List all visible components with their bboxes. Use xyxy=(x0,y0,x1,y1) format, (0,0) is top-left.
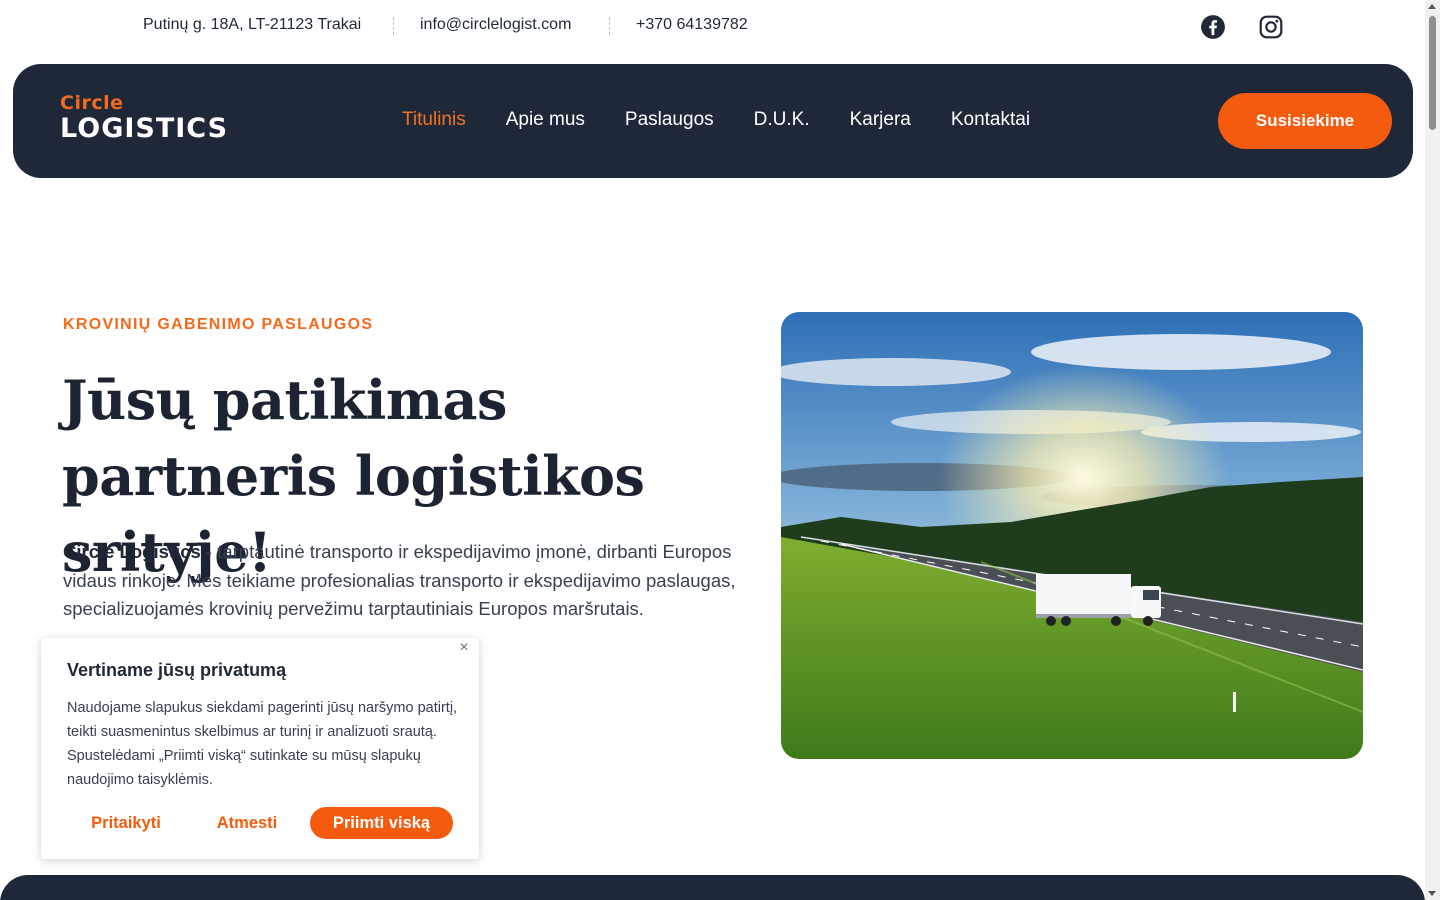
logo-word-logistics: LOGISTICS xyxy=(60,113,229,144)
nav-item-paslaugos[interactable]: Paslaugos xyxy=(625,109,714,131)
nav-item-apie-mus[interactable]: Apie mus xyxy=(506,109,585,131)
customize-button[interactable]: Pritaikyti xyxy=(75,807,177,839)
logo-word-circle: Circle xyxy=(60,92,124,114)
hero-description: Circle Logistics - tarptautinė transport… xyxy=(63,538,743,624)
instagram-icon[interactable] xyxy=(1258,14,1284,40)
hero-truck-image xyxy=(781,312,1363,759)
phone-link[interactable]: +370 64139782 xyxy=(636,16,748,34)
email-link[interactable]: info@circlelogist.com xyxy=(420,16,571,34)
top-info-bar: Putinų g. 18A, LT-21123 Trakai info@circ… xyxy=(0,0,1425,52)
divider xyxy=(609,17,610,35)
nav-menu: Titulinis Apie mus Paslaugos D.U.K. Karj… xyxy=(402,109,1030,131)
nav-item-karjera[interactable]: Karjera xyxy=(850,109,911,131)
close-icon[interactable]: × xyxy=(457,640,471,656)
hero-eyebrow: KROVINIŲ GABENIMO PASLAUGOS xyxy=(63,316,374,333)
nav-item-titulinis[interactable]: Titulinis xyxy=(402,109,466,131)
nav-item-duk[interactable]: D.U.K. xyxy=(754,109,810,131)
company-name: Circle Logistics xyxy=(63,541,201,562)
cookie-title: Vertiname jūsų privatumą xyxy=(67,660,287,680)
accept-all-button[interactable]: Priimti viską xyxy=(310,807,453,839)
scroll-down-icon[interactable] xyxy=(1428,891,1436,896)
scrollbar-thumb[interactable] xyxy=(1429,16,1436,130)
divider xyxy=(393,17,394,35)
next-section-band xyxy=(0,875,1425,900)
logo[interactable]: Circle LOGISTICS xyxy=(60,92,228,144)
facebook-icon[interactable] xyxy=(1200,14,1226,40)
address-text: Putinų g. 18A, LT-21123 Trakai xyxy=(143,16,362,33)
page-scrollbar[interactable] xyxy=(1425,0,1440,900)
reject-button[interactable]: Atmesti xyxy=(205,807,289,839)
scroll-up-icon[interactable] xyxy=(1428,4,1436,9)
cookie-text: Naudojame slapukus siekdami pagerinti jū… xyxy=(67,700,458,788)
nav-item-kontaktai[interactable]: Kontaktai xyxy=(951,109,1030,131)
contact-us-button[interactable]: Susisiekime xyxy=(1218,93,1392,149)
main-navbar: Circle LOGISTICS Titulinis Apie mus Pasl… xyxy=(13,64,1413,178)
cookie-consent-dialog: × Vertiname jūsų privatumą Naudojame sla… xyxy=(41,638,479,859)
